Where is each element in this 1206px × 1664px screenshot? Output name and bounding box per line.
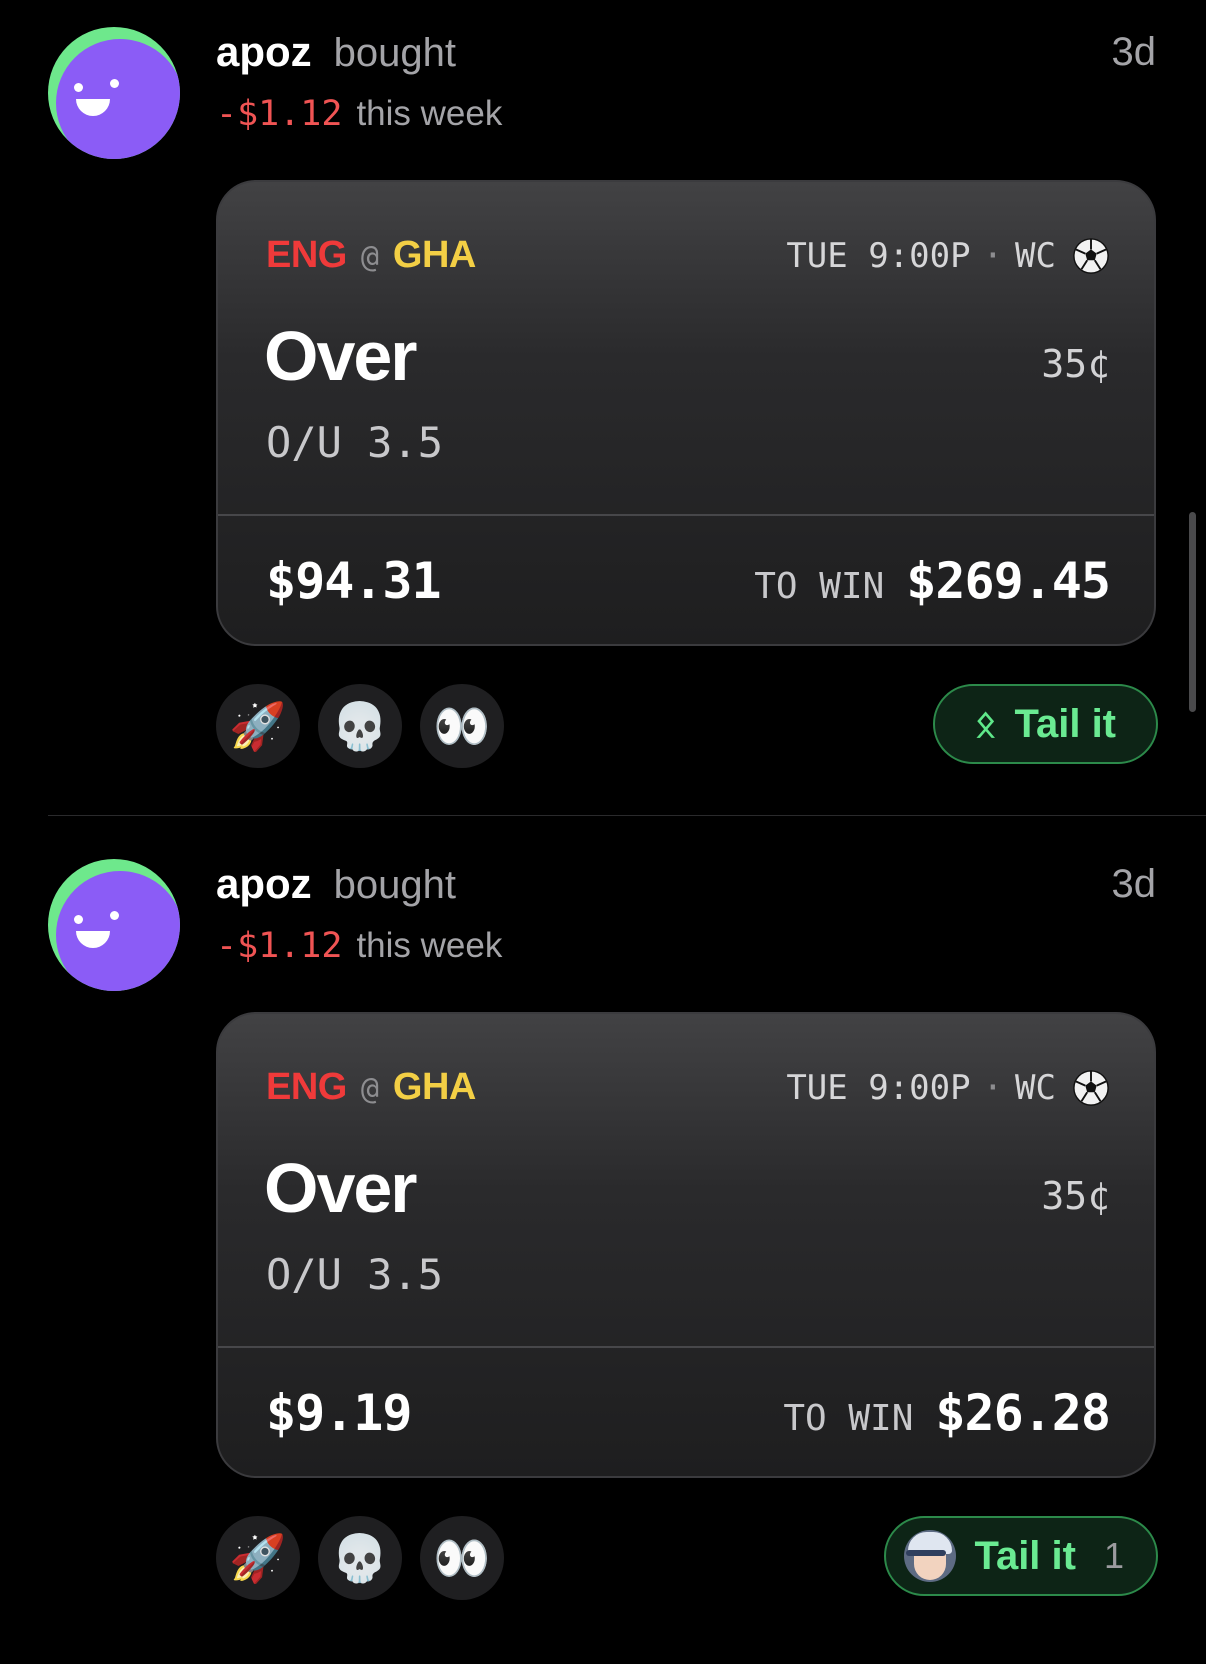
away-team: ENG (266, 234, 347, 276)
feed-post: apoz bought 3d -$1.12 this week ENG @ GH… (0, 832, 1206, 1664)
post-age: 3d (1111, 30, 1157, 74)
separator: · (982, 236, 1004, 276)
rocket-icon[interactable]: 🚀 (216, 1516, 300, 1600)
post-action: bought (333, 31, 457, 75)
league: WC (1015, 236, 1056, 276)
separator: · (982, 1068, 1004, 1108)
game-info: TUE 9:00P · WC (786, 1068, 1110, 1108)
bet-market: O/U 3.5 (266, 418, 444, 467)
home-team: GHA (392, 1066, 476, 1108)
soccer-ball-icon (1073, 1070, 1109, 1106)
bet-price: 35¢ (1041, 342, 1110, 386)
bet-price: 35¢ (1041, 1174, 1110, 1218)
bet-card[interactable]: ENG @ GHA TUE 9:00P · WC Over 35¢ O/U 3.… (216, 180, 1156, 646)
post-header: apoz bought (216, 860, 456, 910)
at-symbol: @ (360, 1072, 379, 1107)
tail-icon: ᛟ (974, 703, 997, 744)
pnl-value: -$1.12 (216, 94, 343, 134)
tail-label: Tail it (974, 1533, 1076, 1578)
feed-post: apoz bought 3d -$1.12 this week ENG @ GH… (0, 0, 1206, 832)
tail-label: Tail it (1014, 701, 1116, 746)
scrollbar[interactable] (1189, 512, 1196, 712)
username[interactable]: apoz (216, 860, 312, 908)
pnl-period: this week (356, 926, 503, 965)
bet-amounts: $9.19 TO WIN $26.28 (266, 1348, 1111, 1476)
avatar-face (56, 39, 180, 159)
user-avatar[interactable] (48, 859, 180, 991)
skull-icon[interactable]: 💀 (318, 1516, 402, 1600)
post-age: 3d (1111, 862, 1157, 906)
rocket-icon[interactable]: 🚀 (216, 684, 300, 768)
home-team: GHA (392, 234, 476, 276)
post-header: apoz bought (216, 28, 456, 78)
reaction-bar: 🚀 💀 👀 (216, 684, 504, 768)
game-time: TUE 9:00P (786, 1068, 971, 1108)
user-pnl: -$1.12 this week (216, 926, 502, 966)
pnl-value: -$1.12 (216, 926, 343, 966)
matchup: ENG @ GHA (266, 1066, 476, 1109)
bet-card[interactable]: ENG @ GHA TUE 9:00P · WC Over 35¢ O/U 3.… (216, 1012, 1156, 1478)
post-action: bought (333, 863, 457, 907)
username[interactable]: apoz (216, 28, 312, 76)
to-win-label: TO WIN (783, 1398, 914, 1439)
eyes-icon[interactable]: 👀 (420, 1516, 504, 1600)
soccer-ball-icon (1073, 238, 1109, 274)
to-win-label: TO WIN (754, 566, 885, 607)
tail-it-button[interactable]: ᛟ Tail it (932, 684, 1158, 764)
user-avatar[interactable] (48, 27, 180, 159)
eyes-icon[interactable]: 👀 (420, 684, 504, 768)
bet-amounts: $94.31 TO WIN $269.45 (266, 516, 1111, 644)
bet-market: O/U 3.5 (266, 1250, 444, 1299)
matchup: ENG @ GHA (266, 234, 476, 277)
payout-amount: $269.45 (906, 552, 1111, 610)
payout-amount: $26.28 (935, 1384, 1111, 1442)
bet-side: Over (264, 317, 418, 395)
avatar-face (56, 871, 180, 991)
post-divider (48, 815, 1206, 816)
tail-count: 1 (1103, 1535, 1124, 1576)
skull-icon[interactable]: 💀 (318, 684, 402, 768)
game-time: TUE 9:00P (786, 236, 971, 276)
at-symbol: @ (360, 240, 379, 275)
bet-side: Over (264, 1149, 418, 1227)
tailer-avatar (904, 1530, 957, 1582)
stake-amount: $94.31 (266, 552, 442, 610)
game-info: TUE 9:00P · WC (786, 236, 1110, 276)
stake-amount: $9.19 (266, 1384, 413, 1442)
reaction-bar: 🚀 💀 👀 (216, 1516, 504, 1600)
away-team: ENG (266, 1066, 347, 1108)
user-pnl: -$1.12 this week (216, 94, 502, 134)
league: WC (1015, 1068, 1056, 1108)
pnl-period: this week (356, 94, 503, 133)
tail-it-button[interactable]: Tail it 1 (884, 1516, 1158, 1596)
